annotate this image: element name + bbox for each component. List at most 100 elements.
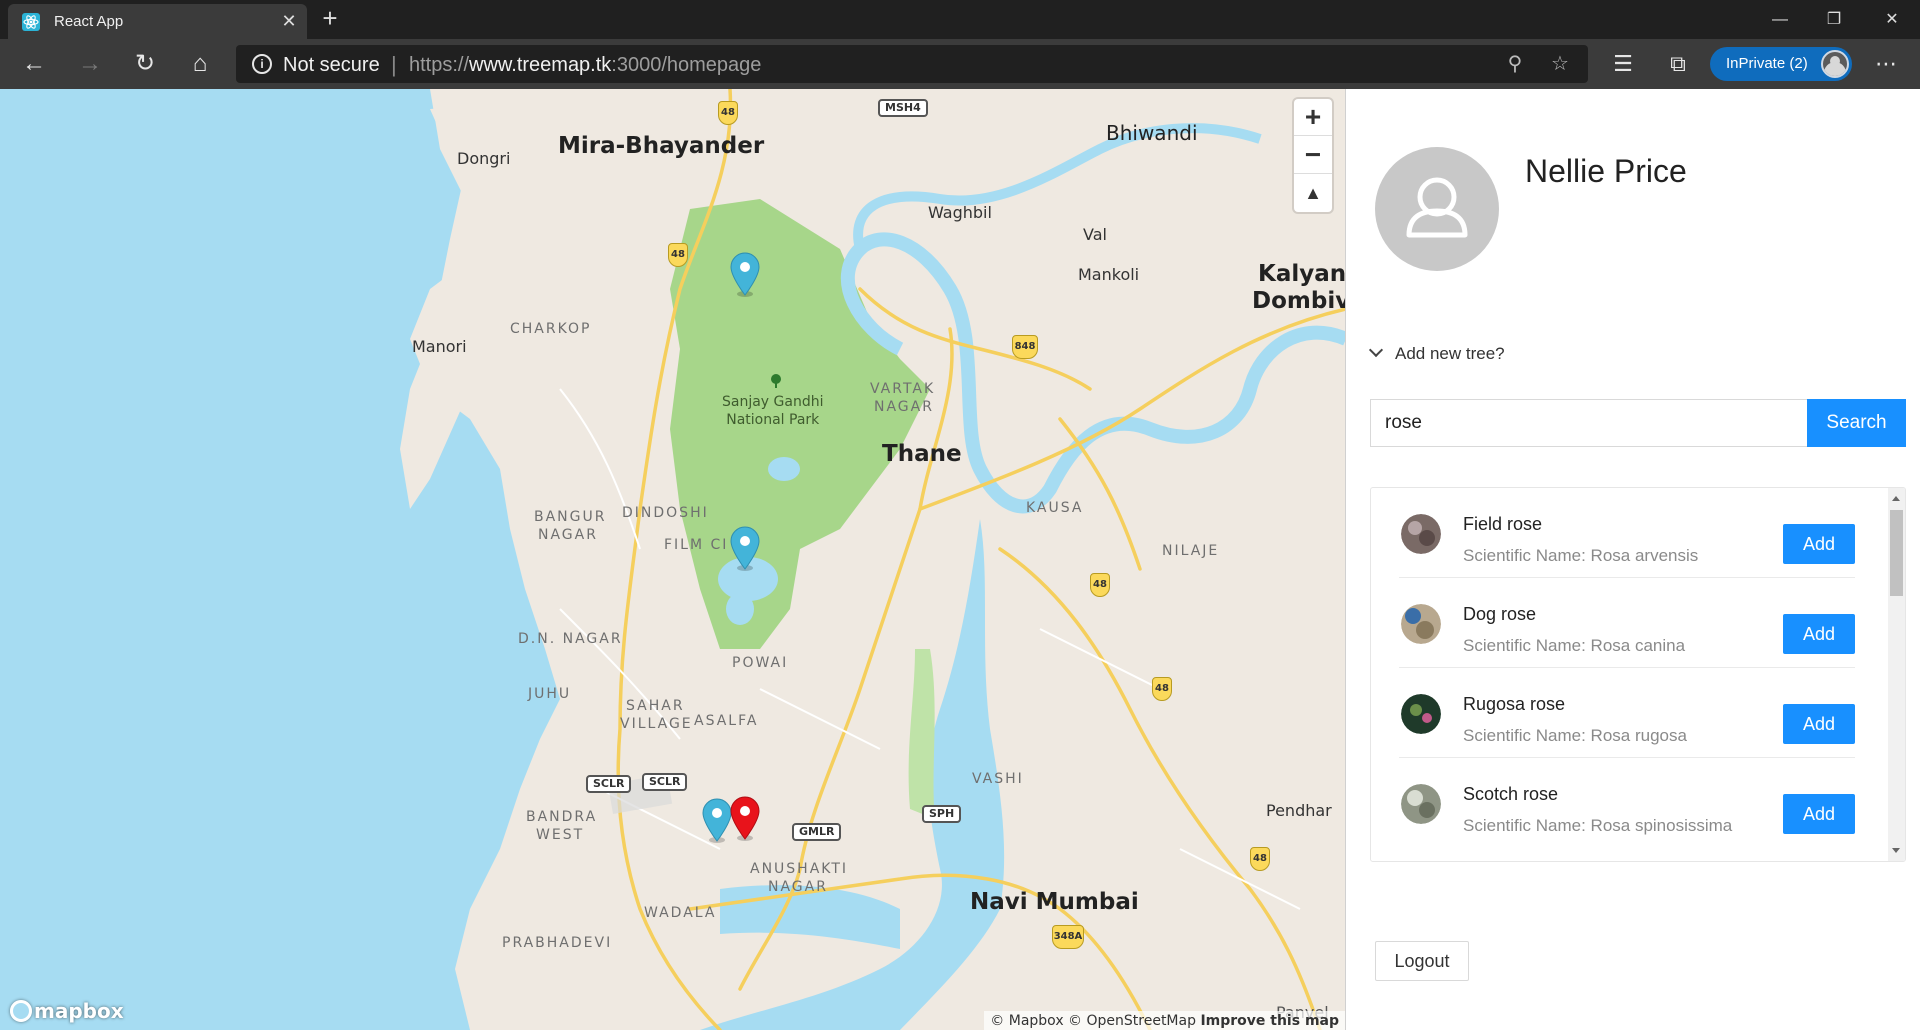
place-kausa: KAUSA (1026, 500, 1084, 516)
browser-toolbar: ← → ↻ ⌂ i Not secure | https://www.treem… (0, 39, 1920, 89)
place-bangur-line2: NAGAR (538, 527, 598, 543)
place-dongri: Dongri (457, 149, 511, 168)
favorites-icon[interactable]: ☰ (1605, 47, 1641, 81)
place-sgnp-line1: Sanjay Gandhi (722, 394, 824, 410)
restore-icon[interactable]: ❐ (1806, 0, 1862, 39)
search-button[interactable]: Search (1807, 399, 1906, 447)
highway-shield-48: 48 (718, 101, 738, 125)
url-rest: :3000/homepage (611, 54, 762, 76)
refresh-icon[interactable]: ↻ (127, 47, 163, 81)
place-val: Val (1083, 225, 1107, 244)
place-navi-mumbai: Navi Mumbai (970, 889, 1139, 915)
road-label-sclr: SCLR (586, 775, 632, 793)
highway-shield-348a: 348A (1052, 925, 1084, 949)
url-prefix: https:// (409, 54, 470, 76)
place-bandra-line2: WEST (536, 827, 585, 843)
search-results-list[interactable]: Field rose Scientific Name: Rosa arvensi… (1370, 487, 1906, 862)
add-tree-button[interactable]: Add (1783, 704, 1855, 744)
inprivate-button[interactable]: InPrivate (2) (1710, 47, 1852, 81)
compass-icon[interactable]: ▲ (1294, 175, 1332, 212)
scroll-down-icon[interactable] (1892, 848, 1900, 853)
forward-arrow-icon[interactable]: → (72, 47, 108, 81)
place-kalyan-line1: Kalyan- (1258, 261, 1346, 287)
add-tree-button[interactable]: Add (1783, 794, 1855, 834)
list-item: Field rose Scientific Name: Rosa arvensi… (1399, 488, 1855, 578)
mapbox-logo[interactable]: mapbox (10, 999, 124, 1023)
place-sgnp-line2: National Park (726, 412, 820, 428)
result-name: Rugosa rose (1463, 694, 1566, 714)
selected-map-marker-icon[interactable] (728, 795, 762, 841)
list-item: Rugosa rose Scientific Name: Rosa rugosa… (1399, 668, 1855, 758)
back-arrow-icon[interactable]: ← (16, 47, 52, 81)
zoom-in-button[interactable]: + (1294, 99, 1332, 136)
place-dindoshi: DINDOSHI (622, 505, 709, 521)
zoom-out-button[interactable]: − (1294, 137, 1332, 174)
result-name: Field rose (1463, 514, 1543, 534)
place-bangur-line1: BANGUR (534, 509, 607, 525)
road-label-msh4: MSH4 (878, 99, 928, 117)
list-item: Scotch rose Scientific Name: Rosa spinos… (1399, 758, 1855, 848)
home-icon[interactable]: ⌂ (182, 47, 218, 81)
user-icon (1406, 177, 1468, 238)
add-tree-button[interactable]: Add (1783, 524, 1855, 564)
minimize-icon[interactable]: — (1752, 0, 1808, 39)
add-tree-button[interactable]: Add (1783, 614, 1855, 654)
results-scrollbar[interactable] (1888, 488, 1905, 861)
highway-shield-48: 48 (668, 243, 688, 267)
collections-icon[interactable]: ⧉ (1660, 47, 1696, 81)
result-scientific-name: Scientific Name: Rosa spinosissima (1463, 816, 1733, 835)
place-mira-bhayander: Mira-Bhayander (558, 133, 765, 159)
new-tab-icon[interactable]: + (316, 4, 344, 32)
place-waghbil: Waghbil (928, 203, 992, 222)
improve-map-link[interactable]: Improve this map (1200, 1013, 1339, 1029)
user-name: Nellie Price (1525, 153, 1687, 189)
close-tab-icon[interactable]: ✕ (279, 11, 299, 31)
address-separator: | (391, 52, 397, 77)
logout-button[interactable]: Logout (1375, 941, 1469, 981)
place-sgnp: Sanjay Gandhi National Park (722, 393, 824, 429)
star-icon[interactable]: ☆ (1547, 51, 1573, 77)
map-marker-icon[interactable] (728, 251, 762, 297)
list-item: Dog rose Scientific Name: Rosa canina Ad… (1399, 578, 1855, 668)
close-window-icon[interactable]: ✕ (1864, 0, 1920, 39)
tree-search-input[interactable] (1370, 399, 1807, 447)
place-bhiwandi: Bhiwandi (1106, 121, 1198, 145)
inprivate-label: InPrivate (2) (1726, 55, 1808, 72)
scroll-up-icon[interactable] (1892, 496, 1900, 501)
road-label-gmlr: GMLR (792, 823, 842, 841)
place-anushakti-line2: NAGAR (768, 879, 828, 895)
highway-shield-48: 48 (1090, 573, 1110, 597)
place-sahar-line1: SAHAR (626, 698, 685, 714)
field-rose-thumbnail (1401, 514, 1441, 554)
info-icon[interactable]: i (252, 54, 272, 74)
map-marker-icon[interactable] (728, 525, 762, 571)
highway-shield-848: 848 (1012, 335, 1038, 359)
tab-title: React App (54, 13, 124, 30)
browser-titlebar: React App ✕ + — ❐ ✕ (0, 0, 1920, 39)
browser-tab[interactable]: React App ✕ (8, 4, 307, 39)
place-bandra-line1: BANDRA (526, 809, 598, 825)
url-text[interactable]: https://www.treemap.tk:3000/homepage (409, 54, 761, 77)
address-bar[interactable]: i Not secure | https://www.treemap.tk:30… (236, 45, 1588, 83)
place-nilaje: NILAJE (1162, 543, 1220, 559)
more-options-icon[interactable]: ⋯ (1868, 47, 1904, 81)
place-vartak-line2: NAGAR (874, 399, 934, 415)
map-view[interactable]: Mira-Bhayander Dongri Bhiwandi Waghbil V… (0, 89, 1346, 1030)
park-tree-icon (771, 374, 781, 388)
scroll-thumb[interactable] (1890, 510, 1903, 596)
add-tree-toggle[interactable]: Add new tree? (1367, 342, 1505, 364)
place-prabhadevi: PRABHADEVI (502, 935, 613, 951)
place-pendhar: Pendhar (1266, 801, 1332, 820)
place-film-city: FILM CI (664, 537, 729, 553)
highway-shield-48: 48 (1152, 677, 1172, 701)
security-label[interactable]: Not secure (283, 54, 380, 77)
result-scientific-name: Scientific Name: Rosa arvensis (1463, 546, 1699, 565)
map-base (400, 89, 1345, 1030)
result-name: Dog rose (1463, 604, 1537, 624)
location-icon[interactable]: ⚲ (1502, 51, 1528, 77)
rugosa-rose-thumbnail (1401, 694, 1441, 734)
map-attribution: © Mapbox © OpenStreetMap Improve this ma… (984, 1011, 1345, 1030)
place-dn-nagar: D.N. NAGAR (518, 631, 623, 647)
chevron-down-icon (1368, 342, 1384, 358)
attribution-text[interactable]: © Mapbox © OpenStreetMap (990, 1013, 1196, 1029)
